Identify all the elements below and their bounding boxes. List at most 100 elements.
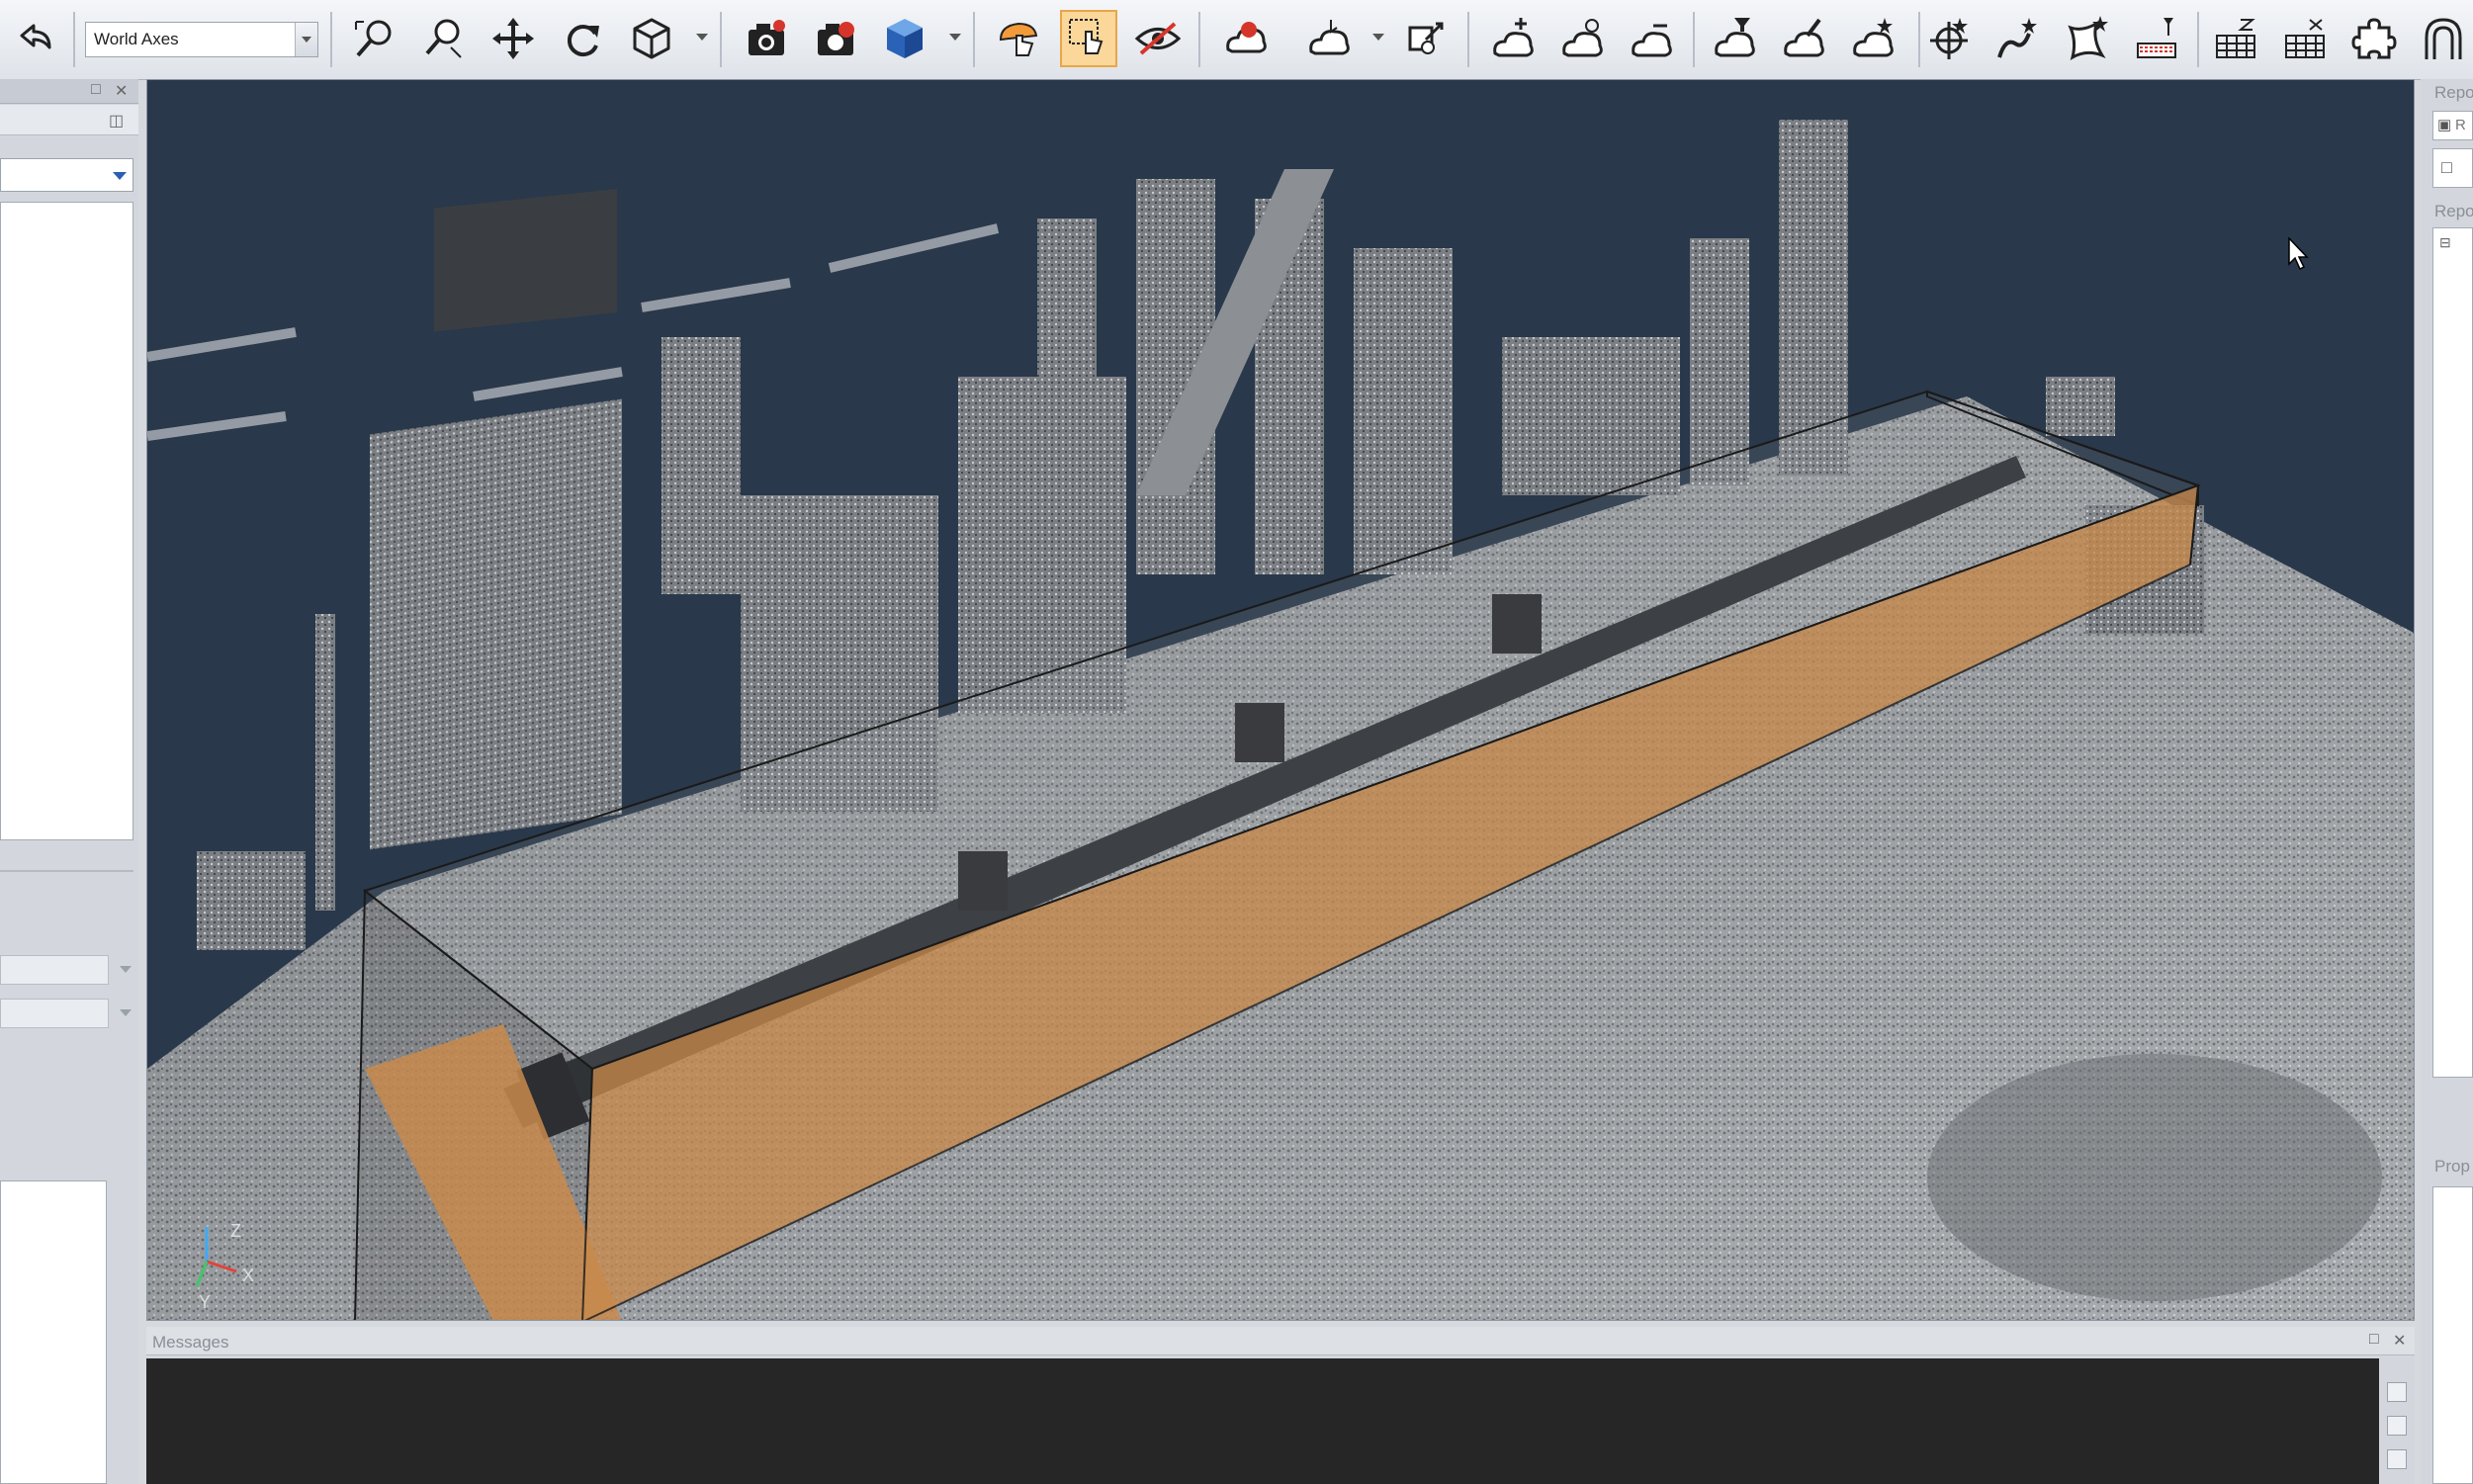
messages-clear-button[interactable] <box>2387 1449 2407 1469</box>
left-panel-dropdown[interactable] <box>0 158 133 192</box>
cloud-remove-icon <box>1632 24 1672 57</box>
fence-red-icon <box>1226 22 1267 53</box>
fit-target-icon <box>1930 18 1968 59</box>
messages-title-bar: Messages □ ✕ <box>146 1327 2415 1355</box>
chevron-down-icon[interactable] <box>1372 34 1384 41</box>
panel-divider <box>0 870 133 872</box>
undo-button[interactable] <box>4 10 61 67</box>
close-icon[interactable]: ✕ <box>2393 1331 2406 1351</box>
cloud-add-button[interactable] <box>1485 10 1543 67</box>
cloud-filter-button[interactable] <box>1707 10 1764 67</box>
pan-button[interactable] <box>485 10 542 67</box>
solid-box-button[interactable] <box>876 10 933 67</box>
pan-icon <box>492 18 534 59</box>
right-panel-tab-label: R <box>2455 117 2466 133</box>
rotate-button[interactable] <box>554 10 611 67</box>
eye-hide-icon <box>1134 22 1182 55</box>
solid-cube-icon <box>887 19 923 58</box>
pin-icon[interactable]: □ <box>91 81 101 99</box>
chevron-down-icon[interactable] <box>949 34 961 41</box>
delete-icon[interactable]: ◫ <box>109 111 124 131</box>
hand-pick-button[interactable] <box>991 10 1048 67</box>
mesh-grid-button[interactable] <box>2276 10 2334 67</box>
axis-x-label: X <box>242 1266 254 1285</box>
hand-pick-icon <box>999 22 1038 56</box>
toolbar-separator <box>720 12 722 67</box>
right-panel: Repo ▣ R □ Repo ⊟ Prop <box>2421 79 2473 1484</box>
cloud-brush-button[interactable] <box>1776 10 1833 67</box>
axis-z-label: Z <box>230 1221 241 1241</box>
zoom-window-icon <box>425 19 462 58</box>
cloud-remove-button[interactable] <box>1624 10 1681 67</box>
section-button[interactable] <box>2128 10 2185 67</box>
arch-button[interactable] <box>2415 10 2472 67</box>
zoom-window-button[interactable] <box>415 10 473 67</box>
left-panel-properties <box>0 1180 107 1484</box>
close-icon[interactable]: ✕ <box>115 81 128 101</box>
cloud-edit-button[interactable] <box>1554 10 1612 67</box>
fit-patch-button[interactable] <box>2059 10 2116 67</box>
left-panel-title-bar: □ ✕ <box>0 79 138 104</box>
right-panel-properties-title: Prop <box>2434 1157 2470 1176</box>
right-panel-properties <box>2432 1186 2473 1484</box>
cloud-measure-button[interactable] <box>1398 10 1456 67</box>
pointer-select-icon <box>1069 19 1104 54</box>
right-panel-tree[interactable]: ⊟ <box>2432 227 2473 1078</box>
chevron-down-icon[interactable] <box>696 34 708 41</box>
cloud-pick-icon <box>1309 20 1350 55</box>
right-panel-title: Repo <box>2434 83 2473 102</box>
left-panel-tree[interactable] <box>0 202 133 840</box>
main-toolbar: World Axes <box>0 0 2473 80</box>
left-panel: □ ✕ ◫ <box>0 79 138 1484</box>
left-panel-field[interactable] <box>0 955 132 985</box>
axis-y-label: Y <box>199 1292 211 1312</box>
cloud-add-icon <box>1493 18 1534 57</box>
mesh-grid-icon <box>2285 19 2325 58</box>
right-panel-tab[interactable]: ▣ R <box>2432 111 2473 140</box>
record-snapshot-button[interactable] <box>807 10 864 67</box>
coordinate-system-value: World Axes <box>94 30 179 48</box>
fit-edge-button[interactable] <box>1989 10 2047 67</box>
toolbar-separator <box>1198 12 1200 67</box>
cloud-star-icon <box>1853 18 1894 57</box>
floor-shadow <box>1927 1054 2382 1301</box>
right-panel-section-title: Repo <box>2434 202 2473 220</box>
fit-edge-icon <box>1997 18 2037 58</box>
capture-snapshot-button[interactable] <box>738 10 795 67</box>
cloud-measure-icon <box>1408 22 1444 54</box>
fit-target-button[interactable] <box>1920 10 1978 67</box>
cloud-star-button[interactable] <box>1845 10 1902 67</box>
fence-button[interactable] <box>1218 10 1276 67</box>
pointer-select-button[interactable] <box>1060 10 1117 67</box>
toolbar-separator <box>73 12 75 67</box>
pin-icon[interactable]: □ <box>2369 1331 2379 1349</box>
mesh-button[interactable] <box>2207 10 2264 67</box>
cloud-brush-icon <box>1784 18 1824 57</box>
new-document-icon[interactable]: □ <box>2441 157 2452 178</box>
mesh-icon <box>2216 19 2255 58</box>
view-cube-button[interactable] <box>623 10 680 67</box>
messages-copy-button[interactable] <box>2387 1416 2407 1436</box>
wall-vent <box>434 189 617 332</box>
zoom-extents-button[interactable] <box>346 10 403 67</box>
arch-icon <box>2425 18 2462 59</box>
messages-save-button[interactable] <box>2387 1382 2407 1402</box>
left-panel-field[interactable] <box>0 999 132 1028</box>
messages-output[interactable] <box>146 1358 2379 1484</box>
image-icon: ▣ <box>2437 117 2452 133</box>
chevron-down-icon[interactable] <box>295 23 317 56</box>
camera-icon <box>749 20 785 55</box>
3d-viewport[interactable]: Z X Y <box>146 79 2415 1321</box>
messages-panel: Messages □ ✕ <box>146 1327 2415 1484</box>
section-icon <box>2137 18 2176 58</box>
zoom-extents-icon <box>355 20 392 57</box>
cloud-pick-button[interactable] <box>1301 10 1359 67</box>
left-panel-toolbar: ◫ <box>0 105 138 135</box>
puzzle-button[interactable] <box>2345 10 2403 67</box>
toolbar-separator <box>1693 12 1695 67</box>
coordinate-system-select[interactable]: World Axes <box>85 22 318 57</box>
fit-patch-icon <box>2068 16 2108 61</box>
collapse-icon[interactable]: ⊟ <box>2439 234 2451 251</box>
toolbar-separator <box>973 12 975 67</box>
visibility-button[interactable] <box>1129 10 1187 67</box>
